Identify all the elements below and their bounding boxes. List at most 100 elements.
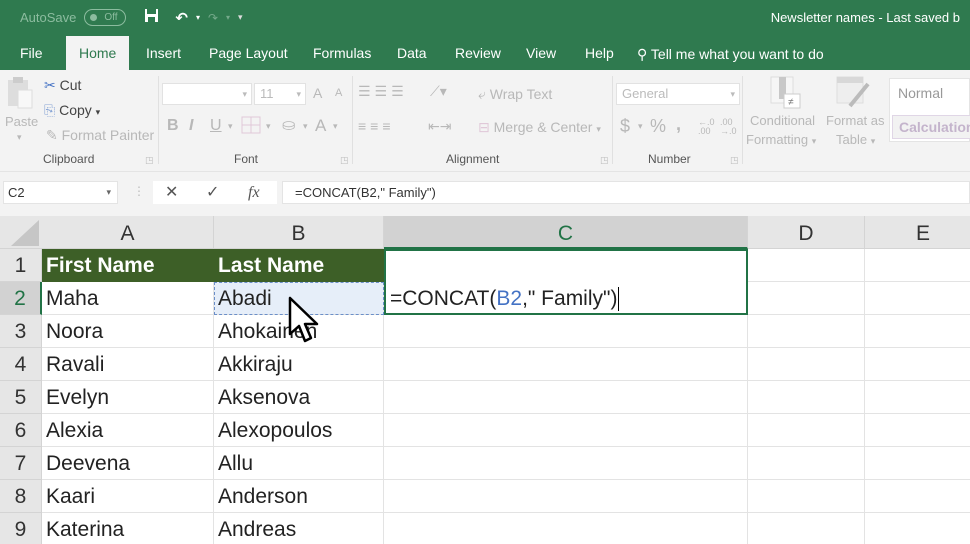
font-size-dropdown[interactable]: 11 ▾ xyxy=(254,83,306,105)
fill-color-icon[interactable]: ⛀ xyxy=(282,115,295,135)
cell-c6[interactable] xyxy=(384,414,748,447)
formula-bar-grip[interactable]: ⋮ xyxy=(133,184,145,198)
format-as-table-icon[interactable] xyxy=(836,76,872,113)
column-header-e[interactable]: E xyxy=(865,216,970,249)
cell-a5[interactable]: Evelyn xyxy=(42,381,214,414)
cell-b5[interactable]: Aksenova xyxy=(214,381,384,414)
style-normal[interactable]: Normal xyxy=(898,85,943,101)
row-header-6[interactable]: 6 xyxy=(0,414,42,447)
underline-dropdown-icon[interactable]: ▾ xyxy=(228,121,233,132)
cell-b4[interactable]: Akkiraju xyxy=(214,348,384,381)
column-header-a[interactable]: A xyxy=(42,216,214,249)
alignment-launcher-icon[interactable]: ◳ xyxy=(600,155,609,166)
cell-styles-gallery[interactable]: Normal Calculation xyxy=(889,78,970,142)
tab-insert[interactable]: Insert xyxy=(146,36,181,70)
cell-a4[interactable]: Ravali xyxy=(42,348,214,381)
cell-editor-text[interactable]: =CONCAT(B2," Family") xyxy=(390,285,620,313)
cell-e3[interactable] xyxy=(865,315,970,348)
conditional-formatting-icon[interactable]: ≠ xyxy=(770,76,802,113)
grow-font-button[interactable]: A xyxy=(313,85,322,101)
wrap-text-button[interactable]: ⤶ Wrap Text xyxy=(478,86,552,103)
cell-e9[interactable] xyxy=(865,513,970,544)
format-as-table-button[interactable]: Table ▾ xyxy=(836,132,875,147)
formula-input[interactable]: =CONCAT(B2," Family") xyxy=(282,181,970,204)
horizontal-align-icons[interactable]: ≡≡≡ xyxy=(358,118,395,134)
merge-center-button[interactable]: ⊟ Merge & Center ▾ xyxy=(478,119,601,136)
undo-icon[interactable]: ↶ xyxy=(175,9,188,27)
clipboard-launcher-icon[interactable]: ◳ xyxy=(145,155,154,166)
copy-button[interactable]: ⎘ Copy ▾ xyxy=(44,102,100,119)
cell-editor[interactable]: =CONCAT(B2," Family") xyxy=(384,249,748,315)
cell-e6[interactable] xyxy=(865,414,970,447)
cell-d1[interactable] xyxy=(748,249,865,282)
cell-c3[interactable] xyxy=(384,315,748,348)
cell-b9[interactable]: Andreas xyxy=(214,513,384,544)
style-calculation[interactable]: Calculation xyxy=(892,115,970,139)
cell-e1[interactable] xyxy=(865,249,970,282)
orientation-icon[interactable]: ⟋▾ xyxy=(430,83,447,100)
conditional-formatting-label-1[interactable]: Conditional xyxy=(750,113,815,128)
cell-e8[interactable] xyxy=(865,480,970,513)
tab-view[interactable]: View xyxy=(526,36,556,70)
cell-a1[interactable]: First Name xyxy=(42,249,214,282)
tab-data[interactable]: Data xyxy=(397,36,427,70)
cell-a6[interactable]: Alexia xyxy=(42,414,214,447)
copy-dropdown-icon[interactable]: ▾ xyxy=(96,107,101,117)
fill-dropdown-icon[interactable]: ▾ xyxy=(303,121,308,132)
cell-d4[interactable] xyxy=(748,348,865,381)
cell-a2[interactable]: Maha xyxy=(42,282,214,315)
undo-dropdown-icon[interactable]: ▾ xyxy=(196,13,200,22)
tab-page-layout[interactable]: Page Layout xyxy=(209,36,288,70)
format-painter-button[interactable]: ✎ Format Painter xyxy=(46,127,154,144)
cell-b6[interactable]: Alexopoulos xyxy=(214,414,384,447)
select-all-button[interactable] xyxy=(0,216,42,249)
cut-button[interactable]: ✂ Cut xyxy=(44,77,81,94)
indent-icons[interactable]: ⇤⇥ xyxy=(428,118,451,135)
font-color-dropdown-icon[interactable]: ▾ xyxy=(333,121,338,132)
paste-button[interactable]: Paste xyxy=(5,114,38,129)
cell-d3[interactable] xyxy=(748,315,865,348)
tab-formulas[interactable]: Formulas xyxy=(313,36,371,70)
number-launcher-icon[interactable]: ◳ xyxy=(730,155,739,166)
name-box[interactable]: C2 ▾ xyxy=(3,181,118,204)
autosave-toggle[interactable]: Off xyxy=(84,9,127,26)
save-icon[interactable] xyxy=(144,8,159,27)
tab-file[interactable]: File xyxy=(20,36,43,70)
cell-b8[interactable]: Anderson xyxy=(214,480,384,513)
row-header-5[interactable]: 5 xyxy=(0,381,42,414)
cell-d9[interactable] xyxy=(748,513,865,544)
cell-a9[interactable]: Katerina xyxy=(42,513,214,544)
vertical-align-icons[interactable]: ☰☰☰ xyxy=(358,83,408,100)
underline-button[interactable]: U xyxy=(210,117,222,135)
cell-a8[interactable]: Kaari xyxy=(42,480,214,513)
borders-dropdown-icon[interactable]: ▾ xyxy=(266,121,271,132)
decrease-decimal-icon[interactable]: .00 →.0 xyxy=(720,118,737,136)
row-header-2[interactable]: 2 xyxy=(0,282,42,315)
format-as-table-label-1[interactable]: Format as xyxy=(826,113,885,128)
cell-d5[interactable] xyxy=(748,381,865,414)
cancel-icon[interactable]: ✕ xyxy=(165,181,178,204)
bold-button[interactable]: B xyxy=(167,117,179,135)
font-launcher-icon[interactable]: ◳ xyxy=(340,155,349,166)
cell-a7[interactable]: Deevena xyxy=(42,447,214,480)
cell-b7[interactable]: Allu xyxy=(214,447,384,480)
cell-c7[interactable] xyxy=(384,447,748,480)
increase-decimal-icon[interactable]: ←.0.00 xyxy=(698,118,715,136)
paste-icon[interactable] xyxy=(6,76,34,113)
column-header-c[interactable]: C xyxy=(384,216,748,249)
number-format-dropdown[interactable]: General ▾ xyxy=(616,83,740,105)
cell-e2[interactable] xyxy=(865,282,970,315)
cell-d8[interactable] xyxy=(748,480,865,513)
row-header-3[interactable]: 3 xyxy=(0,315,42,348)
merge-dropdown-icon[interactable]: ▾ xyxy=(596,124,601,134)
font-color-button[interactable]: A xyxy=(315,116,326,136)
tab-help[interactable]: Help xyxy=(585,36,614,70)
customize-qat-icon[interactable]: ▾ xyxy=(238,12,243,23)
cell-a3[interactable]: Noora xyxy=(42,315,214,348)
redo-dropdown-icon[interactable]: ▾ xyxy=(226,13,230,22)
tell-me-box[interactable]: ⚲ Tell me what you want to do xyxy=(637,36,824,72)
row-header-8[interactable]: 8 xyxy=(0,480,42,513)
chevron-down-icon[interactable]: ▾ xyxy=(106,182,111,203)
currency-dropdown-icon[interactable]: ▾ xyxy=(638,121,643,132)
shrink-font-button[interactable]: A xyxy=(335,87,342,99)
